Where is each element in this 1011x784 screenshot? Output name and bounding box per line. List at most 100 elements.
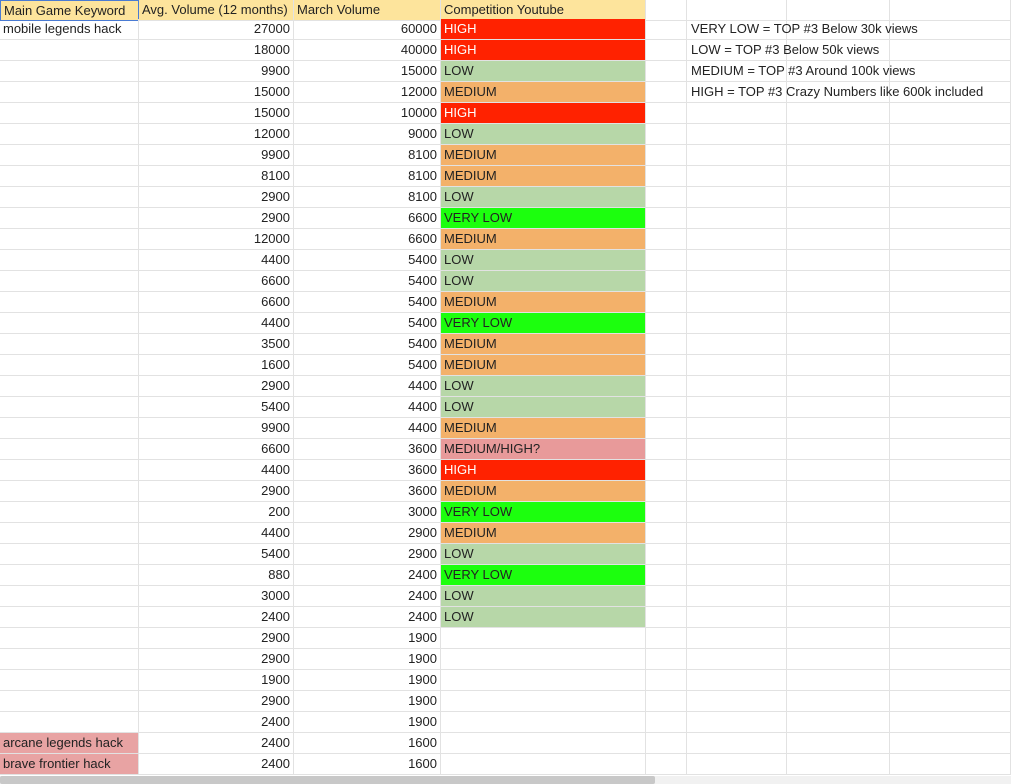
empty-cell[interactable] bbox=[646, 418, 687, 439]
empty-cell[interactable] bbox=[687, 145, 787, 166]
competition-cell[interactable]: MEDIUM bbox=[441, 229, 646, 250]
empty-cell[interactable] bbox=[687, 355, 787, 376]
march-volume-cell[interactable]: 1900 bbox=[294, 670, 441, 691]
keyword-cell[interactable] bbox=[0, 502, 139, 523]
keyword-cell[interactable]: arcane legends hack bbox=[0, 733, 139, 754]
empty-cell[interactable] bbox=[646, 691, 687, 712]
empty-cell[interactable] bbox=[787, 376, 890, 397]
competition-cell[interactable]: HIGH bbox=[441, 19, 646, 40]
header-empty-cell[interactable] bbox=[787, 0, 890, 21]
keyword-cell[interactable] bbox=[0, 250, 139, 271]
avg-volume-cell[interactable]: 9900 bbox=[139, 418, 294, 439]
march-volume-cell[interactable]: 1900 bbox=[294, 628, 441, 649]
empty-cell[interactable] bbox=[646, 82, 687, 103]
march-volume-cell[interactable]: 5400 bbox=[294, 250, 441, 271]
empty-cell[interactable] bbox=[787, 670, 890, 691]
avg-volume-cell[interactable]: 200 bbox=[139, 502, 294, 523]
competition-cell[interactable]: MEDIUM/HIGH? bbox=[441, 439, 646, 460]
avg-volume-cell[interactable]: 880 bbox=[139, 565, 294, 586]
empty-cell[interactable] bbox=[890, 733, 1011, 754]
keyword-cell[interactable]: mobile legends hack bbox=[0, 19, 139, 40]
keyword-cell[interactable] bbox=[0, 103, 139, 124]
avg-volume-cell[interactable]: 2400 bbox=[139, 712, 294, 733]
march-volume-cell[interactable]: 10000 bbox=[294, 103, 441, 124]
march-volume-cell[interactable]: 40000 bbox=[294, 40, 441, 61]
empty-cell[interactable] bbox=[646, 628, 687, 649]
competition-cell[interactable] bbox=[441, 628, 646, 649]
march-volume-cell[interactable]: 2900 bbox=[294, 544, 441, 565]
avg-volume-cell[interactable]: 5400 bbox=[139, 544, 294, 565]
empty-cell[interactable] bbox=[890, 439, 1011, 460]
empty-cell[interactable] bbox=[787, 523, 890, 544]
avg-volume-cell[interactable]: 4400 bbox=[139, 313, 294, 334]
empty-cell[interactable] bbox=[890, 103, 1011, 124]
empty-cell[interactable] bbox=[646, 565, 687, 586]
march-volume-cell[interactable]: 2900 bbox=[294, 523, 441, 544]
keyword-cell[interactable] bbox=[0, 40, 139, 61]
empty-cell[interactable] bbox=[687, 460, 787, 481]
empty-cell[interactable] bbox=[890, 40, 1011, 61]
empty-cell[interactable] bbox=[687, 313, 787, 334]
avg-volume-cell[interactable]: 27000 bbox=[139, 19, 294, 40]
empty-cell[interactable] bbox=[890, 229, 1011, 250]
empty-cell[interactable] bbox=[787, 187, 890, 208]
empty-cell[interactable] bbox=[787, 145, 890, 166]
competition-cell[interactable]: MEDIUM bbox=[441, 334, 646, 355]
competition-cell[interactable] bbox=[441, 670, 646, 691]
keyword-cell[interactable] bbox=[0, 481, 139, 502]
avg-volume-cell[interactable]: 18000 bbox=[139, 40, 294, 61]
march-volume-cell[interactable]: 5400 bbox=[294, 271, 441, 292]
empty-cell[interactable] bbox=[787, 124, 890, 145]
avg-volume-cell[interactable]: 15000 bbox=[139, 82, 294, 103]
avg-volume-cell[interactable]: 1900 bbox=[139, 670, 294, 691]
avg-volume-cell[interactable]: 4400 bbox=[139, 460, 294, 481]
avg-volume-cell[interactable]: 15000 bbox=[139, 103, 294, 124]
empty-cell[interactable] bbox=[787, 313, 890, 334]
empty-cell[interactable] bbox=[687, 418, 787, 439]
avg-volume-cell[interactable]: 1600 bbox=[139, 355, 294, 376]
keyword-cell[interactable] bbox=[0, 586, 139, 607]
empty-cell[interactable] bbox=[890, 628, 1011, 649]
march-volume-cell[interactable]: 8100 bbox=[294, 187, 441, 208]
keyword-cell[interactable] bbox=[0, 649, 139, 670]
competition-cell[interactable]: LOW bbox=[441, 124, 646, 145]
empty-cell[interactable] bbox=[687, 439, 787, 460]
empty-cell[interactable] bbox=[646, 61, 687, 82]
empty-cell[interactable] bbox=[787, 691, 890, 712]
empty-cell[interactable] bbox=[787, 481, 890, 502]
keyword-cell[interactable] bbox=[0, 166, 139, 187]
empty-cell[interactable] bbox=[646, 313, 687, 334]
empty-cell[interactable] bbox=[646, 754, 687, 775]
header-main-game-keyword[interactable]: Main Game Keyword bbox=[0, 0, 139, 21]
empty-cell[interactable] bbox=[890, 649, 1011, 670]
empty-cell[interactable] bbox=[687, 166, 787, 187]
empty-cell[interactable] bbox=[890, 355, 1011, 376]
keyword-cell[interactable] bbox=[0, 61, 139, 82]
avg-volume-cell[interactable]: 2900 bbox=[139, 187, 294, 208]
competition-cell[interactable]: LOW bbox=[441, 397, 646, 418]
march-volume-cell[interactable]: 2400 bbox=[294, 607, 441, 628]
march-volume-cell[interactable]: 6600 bbox=[294, 208, 441, 229]
march-volume-cell[interactable]: 1900 bbox=[294, 712, 441, 733]
march-volume-cell[interactable]: 9000 bbox=[294, 124, 441, 145]
empty-cell[interactable] bbox=[890, 124, 1011, 145]
empty-cell[interactable] bbox=[687, 187, 787, 208]
march-volume-cell[interactable]: 1600 bbox=[294, 754, 441, 775]
empty-cell[interactable] bbox=[787, 250, 890, 271]
empty-cell[interactable] bbox=[646, 271, 687, 292]
keyword-cell[interactable] bbox=[0, 292, 139, 313]
empty-cell[interactable] bbox=[687, 208, 787, 229]
empty-cell[interactable] bbox=[890, 208, 1011, 229]
competition-cell[interactable]: LOW bbox=[441, 586, 646, 607]
empty-cell[interactable] bbox=[646, 502, 687, 523]
empty-cell[interactable] bbox=[646, 712, 687, 733]
empty-cell[interactable] bbox=[787, 586, 890, 607]
empty-cell[interactable] bbox=[890, 376, 1011, 397]
empty-cell[interactable] bbox=[890, 460, 1011, 481]
empty-cell[interactable] bbox=[787, 418, 890, 439]
empty-cell[interactable] bbox=[687, 397, 787, 418]
empty-cell[interactable] bbox=[646, 187, 687, 208]
empty-cell[interactable] bbox=[646, 229, 687, 250]
empty-cell[interactable] bbox=[687, 565, 787, 586]
avg-volume-cell[interactable]: 6600 bbox=[139, 292, 294, 313]
